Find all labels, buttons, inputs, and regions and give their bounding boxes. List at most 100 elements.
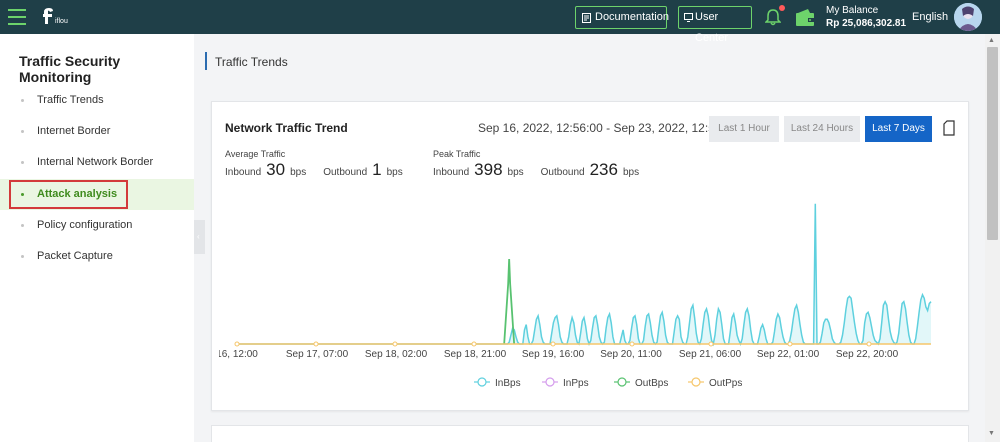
sidebar-item-internet-border[interactable]: Internet Border [0,116,194,147]
notification-bell-icon[interactable] [765,8,781,26]
vertical-scrollbar[interactable]: ▲ ▼ [985,34,1000,442]
legend-label: InPps [563,378,589,389]
peak-outbound-value: 236 [589,160,618,179]
outpps-point [629,341,635,347]
sidebar-item-attack-analysis[interactable]: Attack analysis [0,179,194,210]
peak-inbound-value: 398 [474,160,503,179]
bullet-icon [21,255,24,258]
outpps-point [550,341,556,347]
export-icon[interactable] [943,120,955,136]
sidebar: Traffic Security Monitoring Traffic Tren… [0,34,194,442]
avg-inbound-unit: bps [290,167,307,178]
sidebar-item-policy-configuration[interactable]: Policy configuration [0,210,194,241]
user-center-button[interactable]: User Center [678,6,752,44]
documentation-button[interactable]: Documentation [575,6,669,29]
document-icon [582,13,591,23]
peak-traffic-values: Inbound 398 bps Outbound 236 bps [433,160,656,180]
peak-outbound-label: Outbound [540,167,585,178]
legend-marker [617,377,627,387]
avatar-image-icon [954,3,982,31]
range-last-7-days-button[interactable]: Last 7 Days [865,116,932,142]
avg-outbound-value: 1 [372,160,382,179]
sidebar-item-label: Traffic Trends [37,94,104,106]
sidebar-item-label: Packet Capture [37,250,113,262]
outpps-point [708,341,714,347]
scrollbar-thumb[interactable] [987,47,998,240]
outpps-point [866,341,872,347]
average-traffic-heading: Average Traffic [225,149,286,159]
legend-marker [691,377,701,387]
sidebar-item-label: Internet Border [37,125,111,137]
legend-label: InBps [495,378,521,389]
sidebar-item-traffic-trends[interactable]: Traffic Trends [0,85,194,116]
avatar[interactable] [954,3,982,31]
outbps-line [503,258,516,345]
legend-label: OutPps [709,378,742,389]
sidebar-item-label: Policy configuration [37,219,133,231]
scroll-up-icon[interactable]: ▲ [988,37,995,44]
bullet-icon [21,130,24,133]
notification-badge [779,5,785,11]
bullet-icon [21,99,24,102]
sidebar-item-label: Attack analysis [37,188,118,200]
x-tick-label: Sep 22, 20:00 [836,349,899,360]
breadcrumb: Traffic Trends [205,45,985,81]
x-tick-label: Sep 18, 21:00 [444,349,507,360]
chevron-left-icon: ‹ [197,232,200,241]
x-tick-label: Sep 18, 02:00 [365,349,428,360]
peak-traffic-heading: Peak Traffic [433,149,481,159]
x-tick-label: Sep 17, 07:00 [286,349,349,360]
scroll-down-icon[interactable]: ▼ [988,430,995,437]
balance-label: My Balance [826,5,879,16]
wallet-icon[interactable] [795,8,815,27]
bullet-icon [21,193,24,196]
sidebar-item-internal-network-border[interactable]: Internal Network Border [0,147,194,178]
secondary-card [211,425,969,442]
bullet-icon [21,161,24,164]
date-range-text[interactable]: Sep 16, 2022, 12:56:00 - Sep 23, 2022, 1… [478,121,738,135]
x-tick-label: Sep 20, 11:00 [600,349,662,360]
user-center-icon [684,13,693,22]
range-last-1-hour-button[interactable]: Last 1 Hour [709,116,779,142]
legend-marker [545,377,555,387]
range-last-24-hours-button[interactable]: Last 24 Hours [784,116,860,142]
bullet-icon [21,224,24,227]
outpps-point [234,341,240,347]
x-tick-label: Sep 22, 01:00 [757,349,820,360]
avg-outbound-unit: bps [386,167,403,178]
x-tick-label: Sep 19, 16:00 [522,349,585,360]
language-selector[interactable]: English [912,11,948,23]
sidebar-collapse-handle[interactable]: ‹ [194,220,205,254]
x-tick-label: Sep 21, 06:00 [679,349,742,360]
peak-outbound-unit: bps [622,167,640,178]
balance-value: Rp 25,086,302.81 [826,18,907,29]
title-accent-bar [205,52,207,70]
x-tick-label: 16, 12:00 [219,349,258,360]
traffic-trend-chart: 16, 12:00 Sep 17, 07:00 Sep 18, 02:00 Sep 1… [219,203,932,389]
avg-outbound-label: Outbound [323,167,368,178]
avg-inbound-value: 30 [266,160,286,179]
outpps-point [392,341,398,347]
legend-label: OutBps [635,378,668,389]
average-traffic-values: Inbound 30 bps Outbound 1 bps [225,160,420,180]
logo-text: iflou [55,18,68,25]
user-center-label: User Center [695,11,729,44]
legend-marker [477,377,487,387]
sidebar-title: Traffic Security Monitoring [19,53,121,85]
inbps-area [237,203,931,344]
sidebar-item-packet-capture[interactable]: Packet Capture [0,241,194,272]
page-title: Traffic Trends [215,55,288,69]
top-navigation-bar: iflou Documentation User Center My Balan… [0,0,1000,44]
documentation-label: Documentation [595,11,669,23]
logo-mark-icon [43,8,53,24]
peak-inbound-label: Inbound [433,167,470,178]
card-title: Network Traffic Trend [225,121,348,135]
peak-inbound-unit: bps [507,167,524,178]
outpps-point [313,341,319,347]
outpps-point [471,341,477,347]
avg-inbound-label: Inbound [225,167,262,178]
outpps-point [787,341,793,347]
sidebar-item-label: Internal Network Border [37,156,154,168]
menu-toggle-icon[interactable] [8,9,26,25]
logo[interactable]: iflou [42,7,82,29]
